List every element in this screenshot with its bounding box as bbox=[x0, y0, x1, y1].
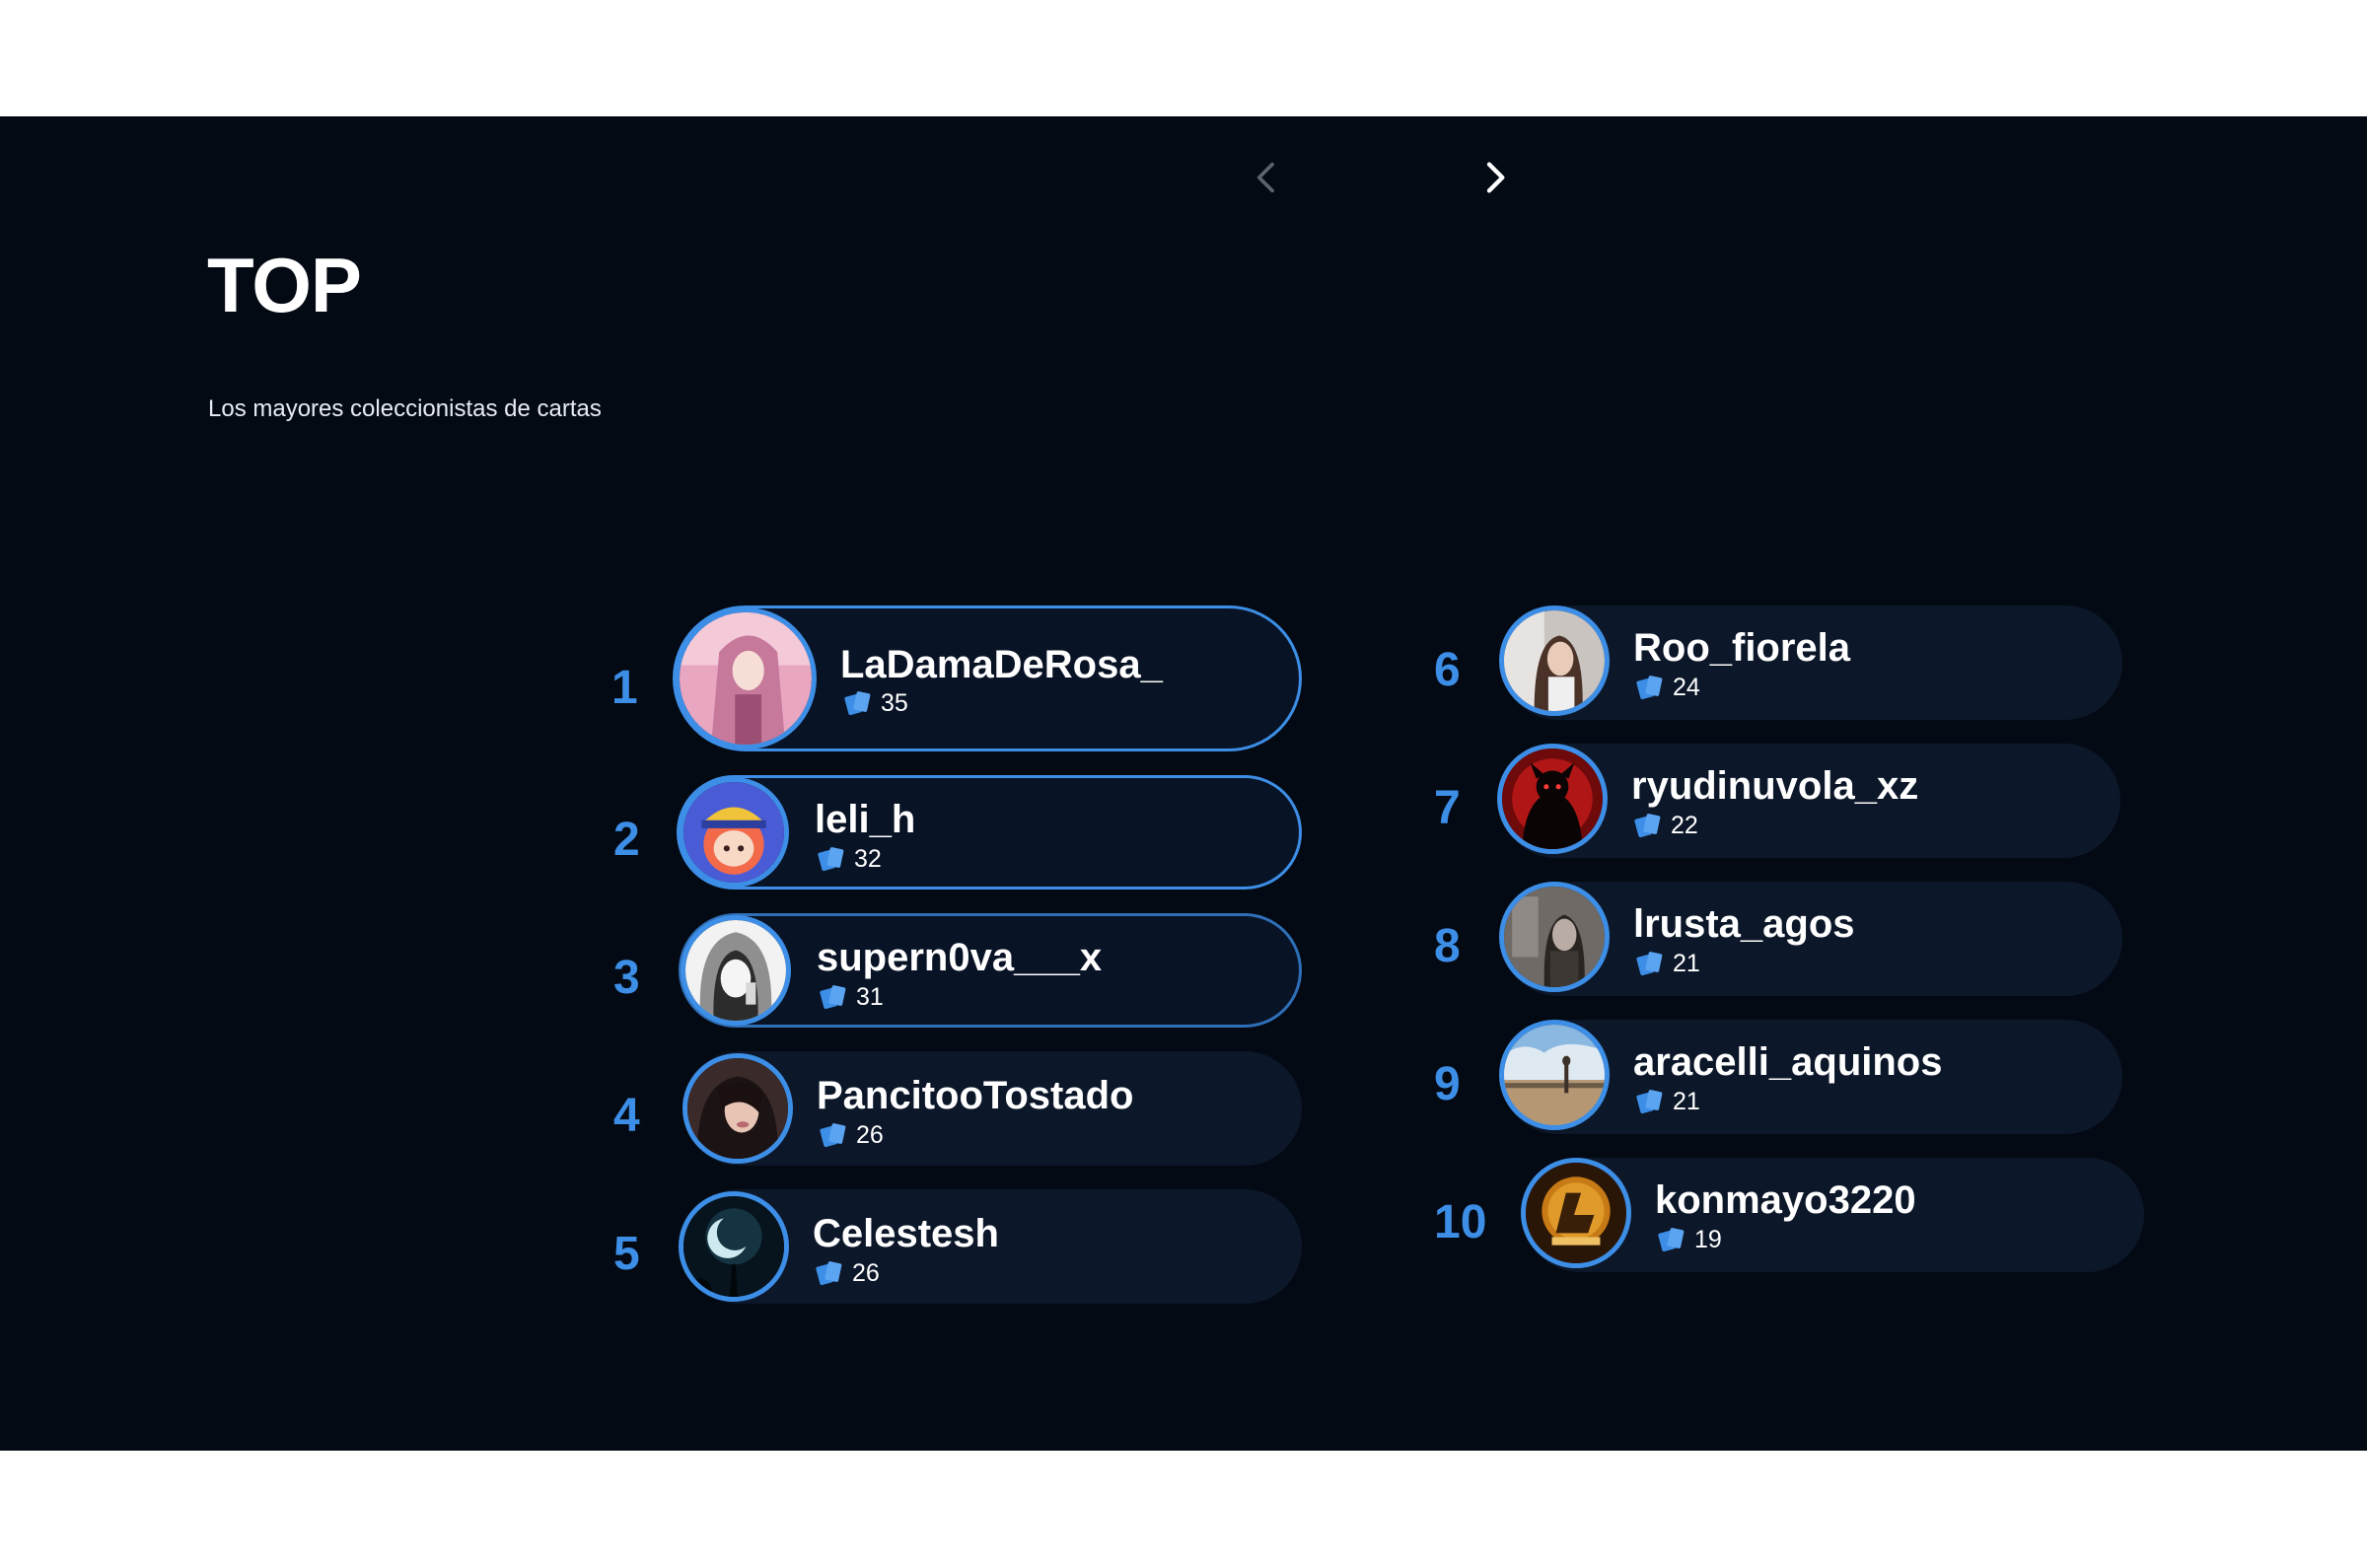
chevron-right-icon bbox=[1486, 162, 1505, 193]
avatar bbox=[1499, 1020, 1610, 1130]
cards-icon bbox=[1636, 952, 1663, 976]
page-title: TOP bbox=[207, 242, 362, 328]
cards-icon bbox=[844, 691, 871, 716]
chevron-left-icon bbox=[1256, 162, 1274, 193]
page-subtitle: Los mayores coleccionistas de cartas bbox=[208, 395, 602, 422]
avatar bbox=[679, 777, 789, 888]
username: supern0va___x bbox=[817, 936, 1103, 979]
cards-icon bbox=[1636, 676, 1663, 700]
username: Celestesh bbox=[813, 1212, 999, 1255]
avatar bbox=[681, 915, 791, 1026]
card-count-value: 32 bbox=[854, 844, 882, 873]
card-count-value: 22 bbox=[1671, 811, 1698, 839]
avatar bbox=[1497, 744, 1608, 854]
card-count: 22 bbox=[1633, 812, 1698, 839]
card-count: 31 bbox=[819, 983, 884, 1011]
card-count: 35 bbox=[843, 689, 908, 717]
card-count: 21 bbox=[1635, 950, 1700, 977]
card-count-value: 26 bbox=[852, 1258, 880, 1287]
cards-icon bbox=[820, 985, 846, 1010]
card-count: 26 bbox=[815, 1259, 880, 1287]
card-count: 19 bbox=[1657, 1226, 1722, 1253]
cards-icon bbox=[816, 1261, 842, 1286]
next-page-button[interactable] bbox=[1465, 148, 1524, 207]
cards-icon bbox=[1636, 1090, 1663, 1114]
username: LaDamaDeRosa_ bbox=[840, 643, 1163, 686]
avatar bbox=[1499, 606, 1610, 716]
card-count-value: 35 bbox=[881, 688, 908, 717]
username: Roo_fiorela bbox=[1633, 626, 1851, 670]
username: leli_h bbox=[815, 798, 916, 841]
card-count-value: 21 bbox=[1673, 949, 1700, 977]
avatar bbox=[1521, 1158, 1631, 1268]
username: PancitooTostado bbox=[817, 1074, 1134, 1117]
username: aracelli_aquinos bbox=[1633, 1040, 1943, 1084]
username: lrusta_agos bbox=[1633, 902, 1855, 946]
cards-icon bbox=[1658, 1228, 1685, 1252]
card-count: 26 bbox=[819, 1121, 884, 1149]
avatar bbox=[682, 1053, 793, 1164]
card-count-value: 21 bbox=[1673, 1087, 1700, 1115]
cards-icon bbox=[820, 1123, 846, 1148]
rank-number: 4 bbox=[613, 1090, 640, 1142]
card-count-value: 31 bbox=[856, 982, 884, 1011]
prev-page-button[interactable] bbox=[1238, 148, 1297, 207]
card-count: 24 bbox=[1635, 674, 1700, 701]
card-count-value: 19 bbox=[1694, 1225, 1722, 1253]
username: konmayo3220 bbox=[1655, 1178, 1916, 1222]
card-count-value: 24 bbox=[1673, 673, 1700, 701]
cards-icon bbox=[818, 847, 844, 872]
username: ryudinuvola_xz bbox=[1631, 764, 1919, 808]
card-count: 21 bbox=[1635, 1088, 1700, 1115]
card-count: 32 bbox=[817, 845, 882, 873]
rank-number: 10 bbox=[1434, 1196, 1487, 1248]
avatar bbox=[1499, 882, 1610, 992]
cards-icon bbox=[1634, 814, 1661, 838]
card-count-value: 26 bbox=[856, 1120, 884, 1149]
avatar bbox=[679, 1191, 789, 1302]
avatar bbox=[675, 607, 817, 749]
